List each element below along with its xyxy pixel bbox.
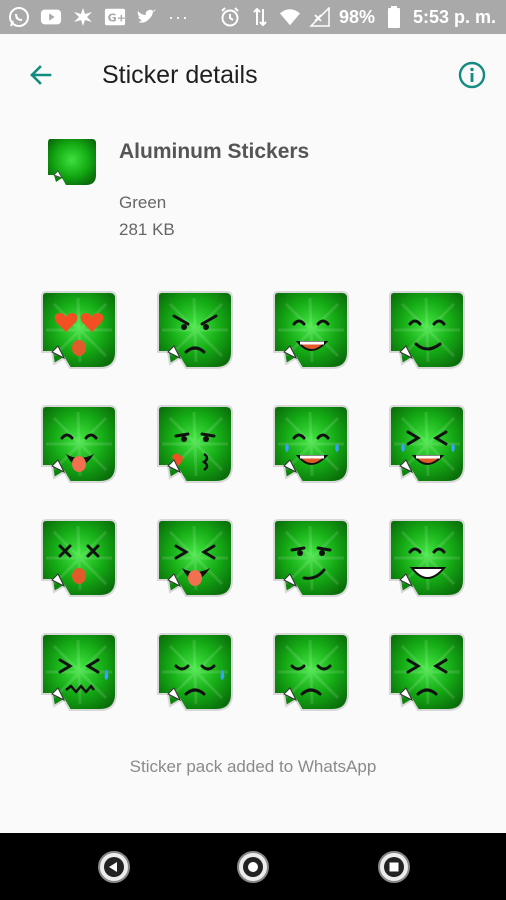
nav-home-button[interactable]: [236, 850, 270, 884]
sticker-item[interactable]: [36, 288, 120, 372]
status-bar: G+ ··· 98% 5:53 p. m.: [0, 0, 506, 34]
sticker-item[interactable]: [384, 630, 468, 714]
battery-icon: [383, 6, 405, 28]
nav-home-icon: [237, 851, 269, 883]
sticker-item[interactable]: [152, 630, 236, 714]
alarm-icon: [219, 6, 241, 28]
info-button[interactable]: [457, 60, 487, 90]
sticker-tongue-out-icon: [41, 405, 117, 483]
google-plus-icon: G+: [104, 6, 126, 28]
data-arrows-icon: [249, 6, 271, 28]
clock: 5:53 p. m.: [412, 6, 496, 27]
notification-icons: G+ ···: [0, 6, 189, 28]
app-bar: Sticker details: [0, 34, 506, 116]
sticker-item[interactable]: [384, 288, 468, 372]
youtube-icon: [40, 6, 62, 28]
nav-recents-button[interactable]: [377, 850, 411, 884]
sticker-item[interactable]: [268, 516, 352, 600]
navigation-bar: [0, 833, 506, 900]
nav-recents-icon: [378, 851, 410, 883]
sticker-item[interactable]: [152, 516, 236, 600]
sticker-laughing-tears-icon: [389, 405, 465, 483]
more-notifications: ···: [168, 6, 189, 27]
pack-size: 281 KB: [119, 220, 175, 239]
sticker-angry-icon: [157, 291, 233, 369]
system-status: 98% 5:53 p. m.: [219, 6, 506, 28]
sticker-smile-icon: [389, 291, 465, 369]
sticker-persevering-icon: [389, 633, 465, 711]
sticker-tears-of-joy-icon: [273, 405, 349, 483]
sticker-disappointed-icon: [273, 633, 349, 711]
arrow-left-icon: [30, 65, 52, 85]
sticker-item[interactable]: [384, 402, 468, 486]
sticker-item[interactable]: [268, 288, 352, 372]
pack-tray-icon: [44, 135, 98, 187]
svg-text:G+: G+: [108, 12, 126, 25]
sticker-confounded-sweat-icon: [41, 633, 117, 711]
sticker-heart-eyes-icon: [41, 291, 117, 369]
sticker-item[interactable]: [384, 516, 468, 600]
pack-publisher: Green: [119, 193, 167, 212]
sticker-item[interactable]: [152, 402, 236, 486]
added-status-message: Sticker pack added to WhatsApp: [129, 757, 377, 776]
pack-name: Aluminum Stickers: [119, 140, 310, 163]
sticker-squint-tongue-icon: [157, 519, 233, 597]
leaf-icon: [72, 6, 94, 28]
sticker-item[interactable]: [36, 402, 120, 486]
sticker-sad-tear-icon: [157, 633, 233, 711]
sticker-kiss-icon: [157, 405, 233, 483]
sticker-smirk-icon: [273, 519, 349, 597]
page-title: Sticker details: [102, 61, 258, 89]
sticker-teeth-grin-icon: [389, 519, 465, 597]
back-button[interactable]: [24, 58, 58, 92]
sticker-dizzy-icon: [41, 519, 117, 597]
no-signal-icon: [309, 6, 331, 28]
twitter-icon: [136, 6, 158, 28]
nav-back-button[interactable]: [97, 850, 131, 884]
sticker-item[interactable]: [268, 630, 352, 714]
sticker-item[interactable]: [268, 402, 352, 486]
battery-percent: 98%: [338, 6, 375, 27]
nav-back-icon: [98, 851, 130, 883]
sticker-grid: [36, 288, 476, 714]
sticker-grin-icon: [273, 291, 349, 369]
sticker-item[interactable]: [36, 516, 120, 600]
sticker-item[interactable]: [36, 630, 120, 714]
sticker-item[interactable]: [152, 288, 236, 372]
info-icon: [458, 61, 486, 89]
whatsapp-icon: [8, 6, 30, 28]
wifi-icon: [279, 6, 301, 28]
